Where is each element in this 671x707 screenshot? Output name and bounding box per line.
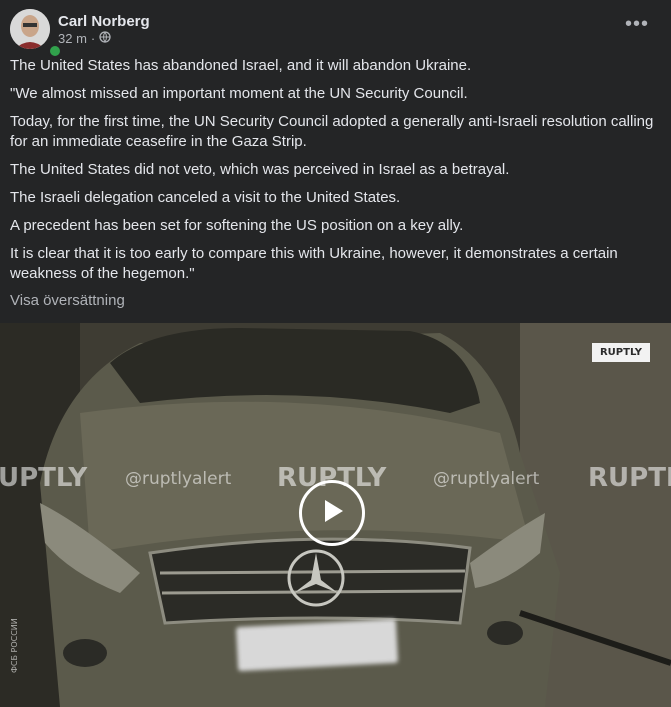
post-paragraph: "We almost missed an important moment at… bbox=[10, 85, 468, 102]
author-avatar[interactable] bbox=[10, 9, 50, 49]
post-paragraph: It is clear that it is too early to comp… bbox=[10, 245, 618, 282]
video-player[interactable]: UPTLY @ruptlyalert RUPTLY @ruptlyalert R… bbox=[0, 323, 671, 707]
watermark-text: @ruptlyalert bbox=[125, 469, 232, 489]
watermark-text: UPTLY bbox=[0, 463, 88, 493]
post-paragraph: The United States has abandoned Israel, … bbox=[10, 57, 472, 74]
play-button[interactable] bbox=[299, 480, 365, 546]
post-timestamp[interactable]: 32 m bbox=[58, 31, 87, 47]
post-text: The United States has abandoned Israel, … bbox=[10, 56, 660, 292]
separator-dot: · bbox=[90, 30, 96, 46]
watermark-text: @ruptlyalert bbox=[433, 469, 540, 489]
play-icon bbox=[317, 496, 347, 531]
post-paragraph: Today, for the first time, the UN Securi… bbox=[10, 113, 654, 150]
see-translation-link[interactable]: Visa översättning bbox=[10, 292, 125, 309]
post-paragraph: A precedent has been set for softening t… bbox=[10, 217, 464, 234]
post-paragraph: The United States did not veto, which wa… bbox=[10, 161, 510, 178]
author-name[interactable]: Carl Norberg bbox=[58, 12, 150, 31]
blurred-license-plate bbox=[235, 618, 399, 672]
post-paragraph: The Israeli delegation canceled a visit … bbox=[10, 189, 401, 206]
side-caption: ФСБ РОССИИ bbox=[10, 618, 19, 673]
feed-post: Carl Norberg 32 m · ••• The United State… bbox=[0, 0, 671, 707]
more-options-icon[interactable]: ••• bbox=[625, 14, 649, 34]
post-header: Carl Norberg 32 m · bbox=[10, 8, 150, 58]
ruptly-badge: RUPTLY bbox=[591, 343, 650, 362]
globe-icon bbox=[99, 30, 111, 47]
watermark-text: RUPTL bbox=[588, 463, 671, 493]
